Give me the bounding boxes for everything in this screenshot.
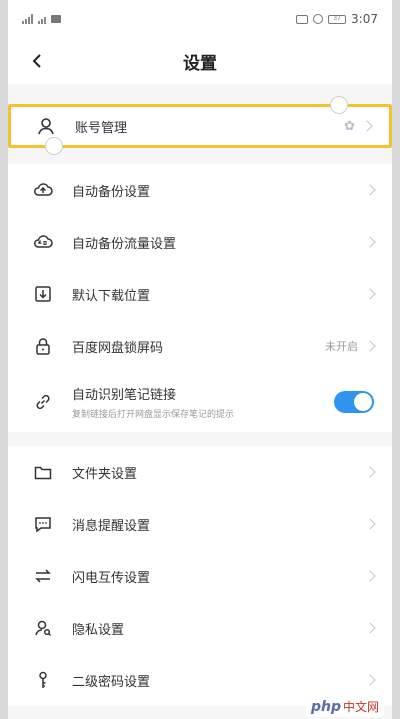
message-icon [32, 513, 54, 535]
privacy-settings-row[interactable]: 隐私设置 [8, 602, 392, 654]
user-icon [35, 115, 57, 137]
note-link-row: 自动识别笔记链接 复制链接后打开网盘显示保存笔记的提示 [8, 372, 392, 432]
account-management-label: 账号管理 [75, 120, 128, 136]
nfc-icon [296, 14, 309, 24]
resize-handle[interactable] [45, 137, 63, 155]
wifi-icon [38, 14, 46, 24]
cloud-upload-icon [32, 179, 54, 201]
chevron-right-icon [361, 120, 373, 132]
signal-icon [22, 14, 33, 24]
download-icon [32, 283, 54, 305]
back-button[interactable] [26, 50, 48, 72]
row-label: 二级密码设置 [72, 674, 151, 690]
link-icon [32, 391, 54, 413]
row-label: 自动识别笔记链接 [72, 388, 177, 403]
settings-group-2: 文件夹设置 消息提醒设置 闪电互传设置 隐私设置 二级密码设置 [8, 446, 392, 706]
backup-traffic-row[interactable]: 自动备份流量设置 [8, 216, 392, 268]
flash-transfer-row[interactable]: 闪电互传设置 [8, 550, 392, 602]
header: 设置 [8, 38, 392, 84]
lock-screen-code-row[interactable]: 百度网盘锁屏码 未开启 [8, 320, 392, 372]
row-label: 闪电互传设置 [72, 570, 151, 586]
row-sublabel: 复制链接后打开网盘显示保存笔记的提示 [72, 410, 235, 420]
chevron-right-icon [364, 184, 376, 196]
chevron-right-icon [364, 570, 376, 582]
status-time: 3:07 [351, 12, 378, 26]
account-management-row[interactable]: 账号管理 ✿ [11, 107, 389, 145]
folder-icon [32, 461, 54, 483]
chevron-right-icon [364, 622, 376, 634]
paw-icon: ✿ [344, 118, 355, 134]
status-bar: 37 3:07 [8, 0, 392, 38]
folder-settings-row[interactable]: 文件夹设置 [8, 446, 392, 498]
chevron-right-icon [364, 288, 376, 300]
transfer-arrows-icon [32, 565, 54, 587]
battery-icon: 37 [328, 14, 347, 24]
row-label: 文件夹设置 [72, 466, 138, 482]
settings-group-1: 自动备份设置 自动备份流量设置 默认下载位置 百度网盘锁屏码 未开启 自动识别笔… [8, 164, 392, 432]
row-label: 自动备份设置 [72, 184, 151, 200]
auto-backup-row[interactable]: 自动备份设置 [8, 164, 392, 216]
chevron-right-icon [364, 466, 376, 478]
row-label: 消息提醒设置 [72, 518, 151, 534]
row-label: 隐私设置 [72, 622, 125, 638]
row-label: 自动备份流量设置 [72, 236, 177, 252]
chevron-right-icon [364, 340, 376, 352]
chevron-right-icon [364, 674, 376, 686]
chevron-left-icon [32, 54, 41, 68]
cloud-4g-icon [32, 231, 54, 253]
page-title: 设置 [183, 53, 217, 74]
note-link-toggle[interactable] [334, 391, 374, 413]
row-label: 默认下载位置 [72, 288, 151, 304]
download-location-row[interactable]: 默认下载位置 [8, 268, 392, 320]
key-icon [32, 669, 54, 691]
resize-handle[interactable] [330, 96, 348, 114]
watermark-php: php [310, 698, 341, 715]
lock-icon [32, 335, 54, 357]
watermark: php 中文网 [305, 696, 384, 717]
chevron-right-icon [364, 236, 376, 248]
alarm-icon [313, 14, 324, 24]
watermark-cn: 中文网 [342, 700, 379, 714]
chevron-right-icon [364, 518, 376, 530]
row-label: 百度网盘锁屏码 [72, 340, 164, 356]
phone-screen: 37 3:07 设置 账号管理 ✿ 自动备份设置 自动备份流量设置 默认下载位置… [8, 0, 392, 719]
lock-status-value: 未开启 [325, 340, 358, 353]
notification-icon [51, 15, 61, 23]
message-notify-row[interactable]: 消息提醒设置 [8, 498, 392, 550]
privacy-user-icon [32, 617, 54, 639]
